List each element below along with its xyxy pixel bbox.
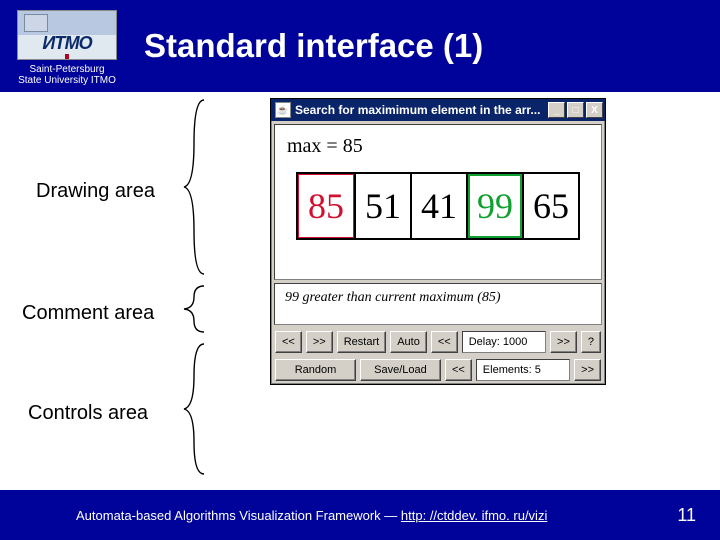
slide: ИТМО Saint-Petersburg State University I… [0, 0, 720, 540]
array-cell: 85 [298, 174, 354, 238]
random-button[interactable]: Random [275, 359, 356, 381]
header-bar: ИТМО Saint-Petersburg State University I… [0, 0, 720, 92]
help-button[interactable]: ? [581, 331, 601, 353]
label-drawing-area: Drawing area [36, 180, 155, 203]
brace-icon [182, 284, 210, 334]
delay-decrease-button[interactable]: << [431, 331, 458, 353]
maximize-button[interactable]: □ [567, 102, 584, 118]
minimize-button[interactable]: _ [548, 102, 565, 118]
window-buttons: _ □ X [548, 102, 603, 118]
page-number: 11 [677, 505, 696, 526]
comment-panel: 99 greater than current maximum (85) [274, 283, 602, 325]
delay-field[interactable]: Delay: 1000 [462, 331, 546, 353]
footer-prefix: Automata-based Algorithms Visualization … [76, 508, 401, 523]
logo-acronym: ИТМО [42, 34, 91, 54]
slide-body: Drawing area Comment area Controls area … [0, 92, 720, 490]
elements-field[interactable]: Elements: 5 [476, 359, 570, 381]
next-button[interactable]: >> [306, 331, 333, 353]
label-comment-area: Comment area [22, 302, 154, 325]
restart-button[interactable]: Restart [337, 331, 386, 353]
auto-button[interactable]: Auto [390, 331, 427, 353]
elements-increase-button[interactable]: >> [574, 359, 601, 381]
java-cup-icon: ☕ [275, 102, 291, 118]
max-value-text: max = 85 [287, 135, 591, 158]
org-line1: Saint-Petersburg [29, 64, 104, 75]
close-button[interactable]: X [586, 102, 603, 118]
delay-increase-button[interactable]: >> [550, 331, 577, 353]
logo-block: ИТМО Saint-Petersburg State University I… [0, 6, 130, 87]
logo-building-icon [24, 14, 48, 32]
first-button[interactable]: << [275, 331, 302, 353]
array-cell: 99 [466, 174, 522, 238]
window-title: Search for maximimum element in the arr.… [295, 103, 548, 117]
org-name: Saint-Petersburg State University ITMO [18, 64, 116, 87]
drawing-canvas: max = 85 85 51 41 99 65 [274, 124, 602, 280]
logo-subline [65, 54, 70, 59]
array-cell: 51 [354, 174, 410, 238]
org-line2: State University ITMO [18, 75, 116, 86]
array-boxes: 85 51 41 99 65 [296, 172, 580, 240]
array-cell: 65 [522, 174, 578, 238]
brace-icon [182, 98, 210, 276]
logo-image: ИТМО [17, 10, 117, 60]
footer-bar: Automata-based Algorithms Visualization … [0, 490, 720, 540]
footer-text: Automata-based Algorithms Visualization … [76, 508, 547, 523]
footer-link[interactable]: http: //ctddev. ifmo. ru/vizi [401, 508, 547, 523]
label-controls-area: Controls area [28, 402, 148, 425]
controls-row-1: << >> Restart Auto << Delay: 1000 >> ? [271, 328, 605, 356]
controls-row-2: Random Save/Load << Elements: 5 >> [271, 356, 605, 384]
save-load-button[interactable]: Save/Load [360, 359, 441, 381]
slide-title: Standard interface (1) [144, 27, 483, 65]
window-titlebar: ☕ Search for maximimum element in the ar… [271, 99, 605, 121]
array-cell: 41 [410, 174, 466, 238]
app-window: ☕ Search for maximimum element in the ar… [270, 98, 606, 385]
elements-decrease-button[interactable]: << [445, 359, 472, 381]
brace-icon [182, 342, 210, 476]
